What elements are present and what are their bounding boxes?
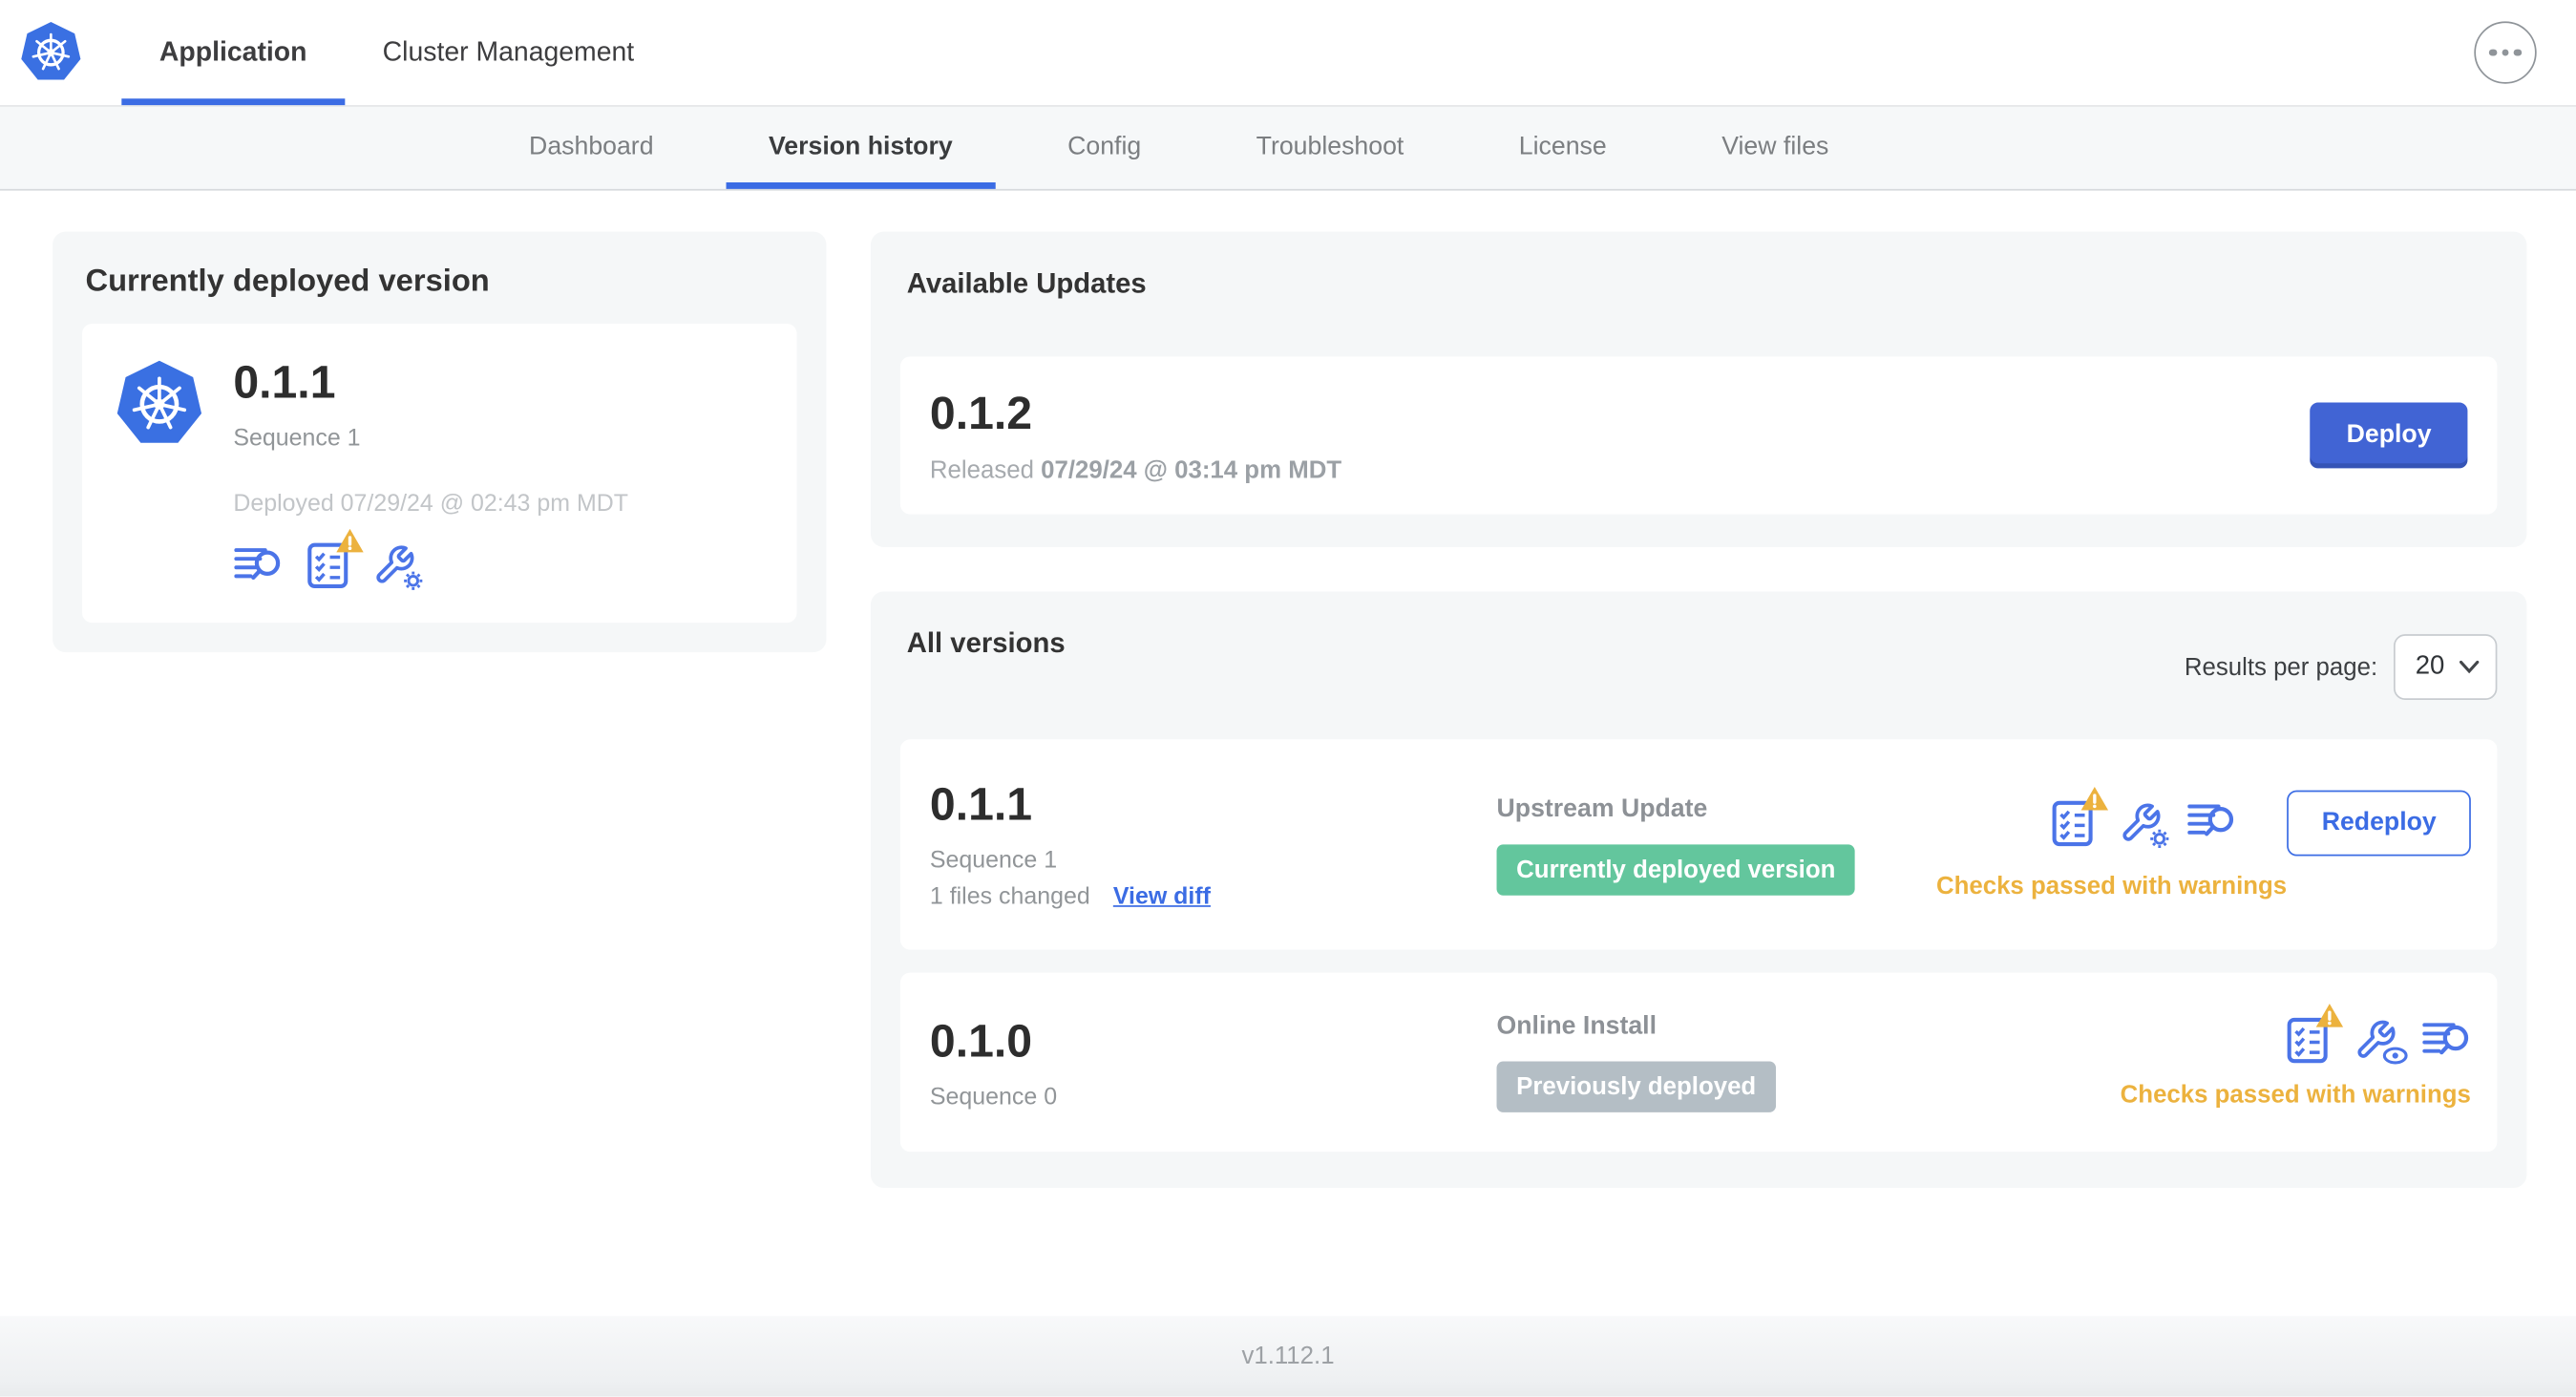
edit-config-icon[interactable] [373, 544, 423, 590]
view-config-icon[interactable] [2354, 1019, 2408, 1065]
diff-icon[interactable] [2187, 800, 2237, 844]
preflight-status: Checks passed with warnings [1935, 871, 2288, 900]
currently-deployed-title: Currently deployed version [85, 265, 490, 300]
view-diff-link[interactable]: View diff [1113, 884, 1211, 911]
row-sequence: Sequence 0 [929, 1083, 1058, 1111]
results-per-page-label: Results per page: [2184, 652, 2378, 682]
files-changed: 1 files changed [929, 883, 1090, 911]
deployed-sequence: Sequence 1 [233, 425, 361, 453]
warning-triangle-icon [2081, 786, 2109, 810]
tab-cluster-management[interactable]: Cluster Management [345, 0, 672, 105]
tab-dashboard[interactable]: Dashboard [486, 107, 696, 189]
currently-deployed-section: Currently deployed version 0.1.1 Sequenc… [53, 231, 827, 653]
tab-license[interactable]: License [1476, 107, 1649, 189]
eye-icon [2382, 1047, 2408, 1065]
all-versions-title: All versions [906, 627, 1066, 659]
warning-triangle-icon [336, 528, 364, 553]
status-badge: Previously deployed [1496, 1061, 1776, 1112]
version-source: Online Install [1496, 1011, 1657, 1041]
redeploy-button[interactable]: Redeploy [2287, 789, 2471, 856]
available-updates-title: Available Updates [906, 267, 1147, 300]
deployed-version: 0.1.1 [233, 356, 336, 408]
row-version: 0.1.0 [929, 1014, 1033, 1066]
console-version: v1.112.1 [1241, 1342, 1335, 1371]
deploy-button[interactable]: Deploy [2310, 402, 2468, 469]
gear-icon [404, 571, 423, 590]
top-nav-spacer [672, 0, 2475, 105]
page: Application Cluster Management Dashboard… [0, 0, 2576, 1397]
available-updates-section: Available Updates 0.1.2 Released 07/29/2… [870, 231, 2527, 547]
diff-icon[interactable] [233, 543, 283, 587]
kubernetes-app-icon [115, 356, 203, 452]
deployed-timestamp: Deployed 07/29/24 @ 02:43 pm MDT [233, 491, 628, 519]
right-column: Available Updates 0.1.2 Released 07/29/2… [870, 231, 2527, 1189]
update-released: Released 07/29/24 @ 03:14 pm MDT [929, 455, 1342, 484]
available-update-card: 0.1.2 Released 07/29/24 @ 03:14 pm MDT D… [899, 356, 2498, 515]
main-content: Currently deployed version 0.1.1 Sequenc… [0, 191, 2576, 1189]
row-version: 0.1.1 [929, 778, 1033, 830]
footer: v1.112.1 [0, 1316, 2576, 1397]
preflight-checks-warning-icon[interactable] [2051, 786, 2109, 847]
preflight-status: Checks passed with warnings [2120, 1081, 2471, 1110]
sub-nav: Dashboard Version history Config Trouble… [0, 106, 2576, 191]
tab-troubleshoot[interactable]: Troubleshoot [1214, 107, 1446, 189]
status-badge: Currently deployed version [1496, 843, 1856, 895]
tab-version-history[interactable]: Version history [726, 107, 996, 189]
chevron-down-icon [2459, 660, 2480, 674]
tab-application[interactable]: Application [121, 0, 345, 106]
version-row: 0.1.0 Sequence 0 Online Install Previous… [899, 972, 2498, 1153]
tab-view-files[interactable]: View files [1679, 107, 1871, 189]
update-version: 0.1.2 [929, 387, 1033, 438]
tab-config[interactable]: Config [1024, 107, 1184, 189]
kubernetes-logo-icon [20, 18, 82, 87]
all-versions-section: All versions Results per page: 20 0.1.1 … [870, 591, 2527, 1189]
ellipsis-icon[interactable] [2474, 21, 2537, 84]
gear-icon [2150, 828, 2169, 848]
warning-triangle-icon [2315, 1004, 2344, 1027]
results-per-page-select[interactable]: 20 [2394, 634, 2498, 701]
edit-config-icon[interactable] [2120, 801, 2169, 848]
preflight-checks-warning-icon[interactable] [2285, 1004, 2344, 1065]
row-sequence: Sequence 1 [929, 847, 1058, 875]
top-nav-tabs: Application Cluster Management [121, 0, 672, 106]
preflight-checks-warning-icon[interactable] [306, 528, 364, 590]
version-row: 0.1.1 Sequence 1 1 files changed View di… [899, 739, 2498, 950]
currently-deployed-card: 0.1.1 Sequence 1 Deployed 07/29/24 @ 02:… [82, 323, 797, 624]
version-source: Upstream Update [1496, 794, 1708, 823]
top-nav: Application Cluster Management [0, 0, 2576, 107]
diff-icon[interactable] [2421, 1018, 2471, 1062]
